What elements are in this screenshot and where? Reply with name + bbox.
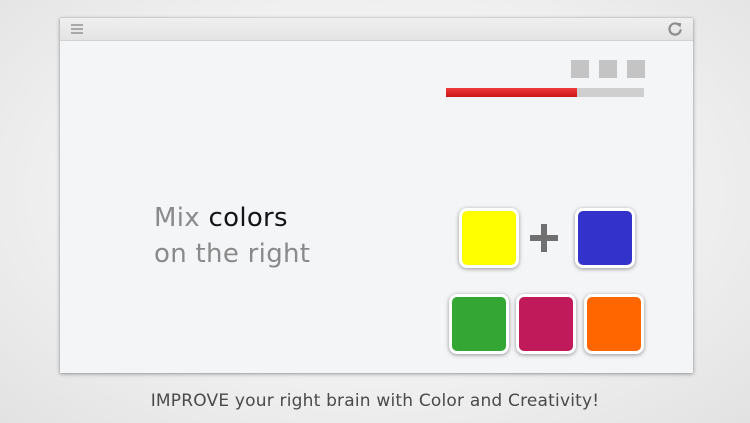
life-square	[571, 60, 589, 78]
instruction-text: Mix colors on the right	[154, 200, 310, 272]
instruction-mix: Mix	[154, 203, 209, 233]
instruction-line-2: on the right	[154, 239, 311, 269]
hamburger-menu-icon[interactable]	[71, 24, 83, 34]
life-square	[627, 60, 645, 78]
instruction-line-1: Mix colors	[154, 200, 310, 236]
title-bar	[60, 18, 693, 41]
game-window: Mix colors on the right	[60, 18, 693, 373]
life-square	[599, 60, 617, 78]
answer-color-magenta[interactable]	[516, 294, 576, 354]
promo-caption: IMPROVE your right brain with Color and …	[150, 391, 600, 411]
source-color-yellow	[459, 208, 519, 268]
refresh-icon[interactable]	[667, 21, 683, 37]
instruction-colors: colors	[208, 203, 288, 233]
time-progress-fill	[446, 88, 577, 97]
plus-icon	[530, 224, 558, 252]
lives-indicator	[571, 60, 645, 78]
answer-color-green[interactable]	[449, 294, 509, 354]
answer-color-orange[interactable]	[584, 294, 644, 354]
time-progress-bar	[446, 88, 644, 97]
source-color-blue	[575, 208, 635, 268]
